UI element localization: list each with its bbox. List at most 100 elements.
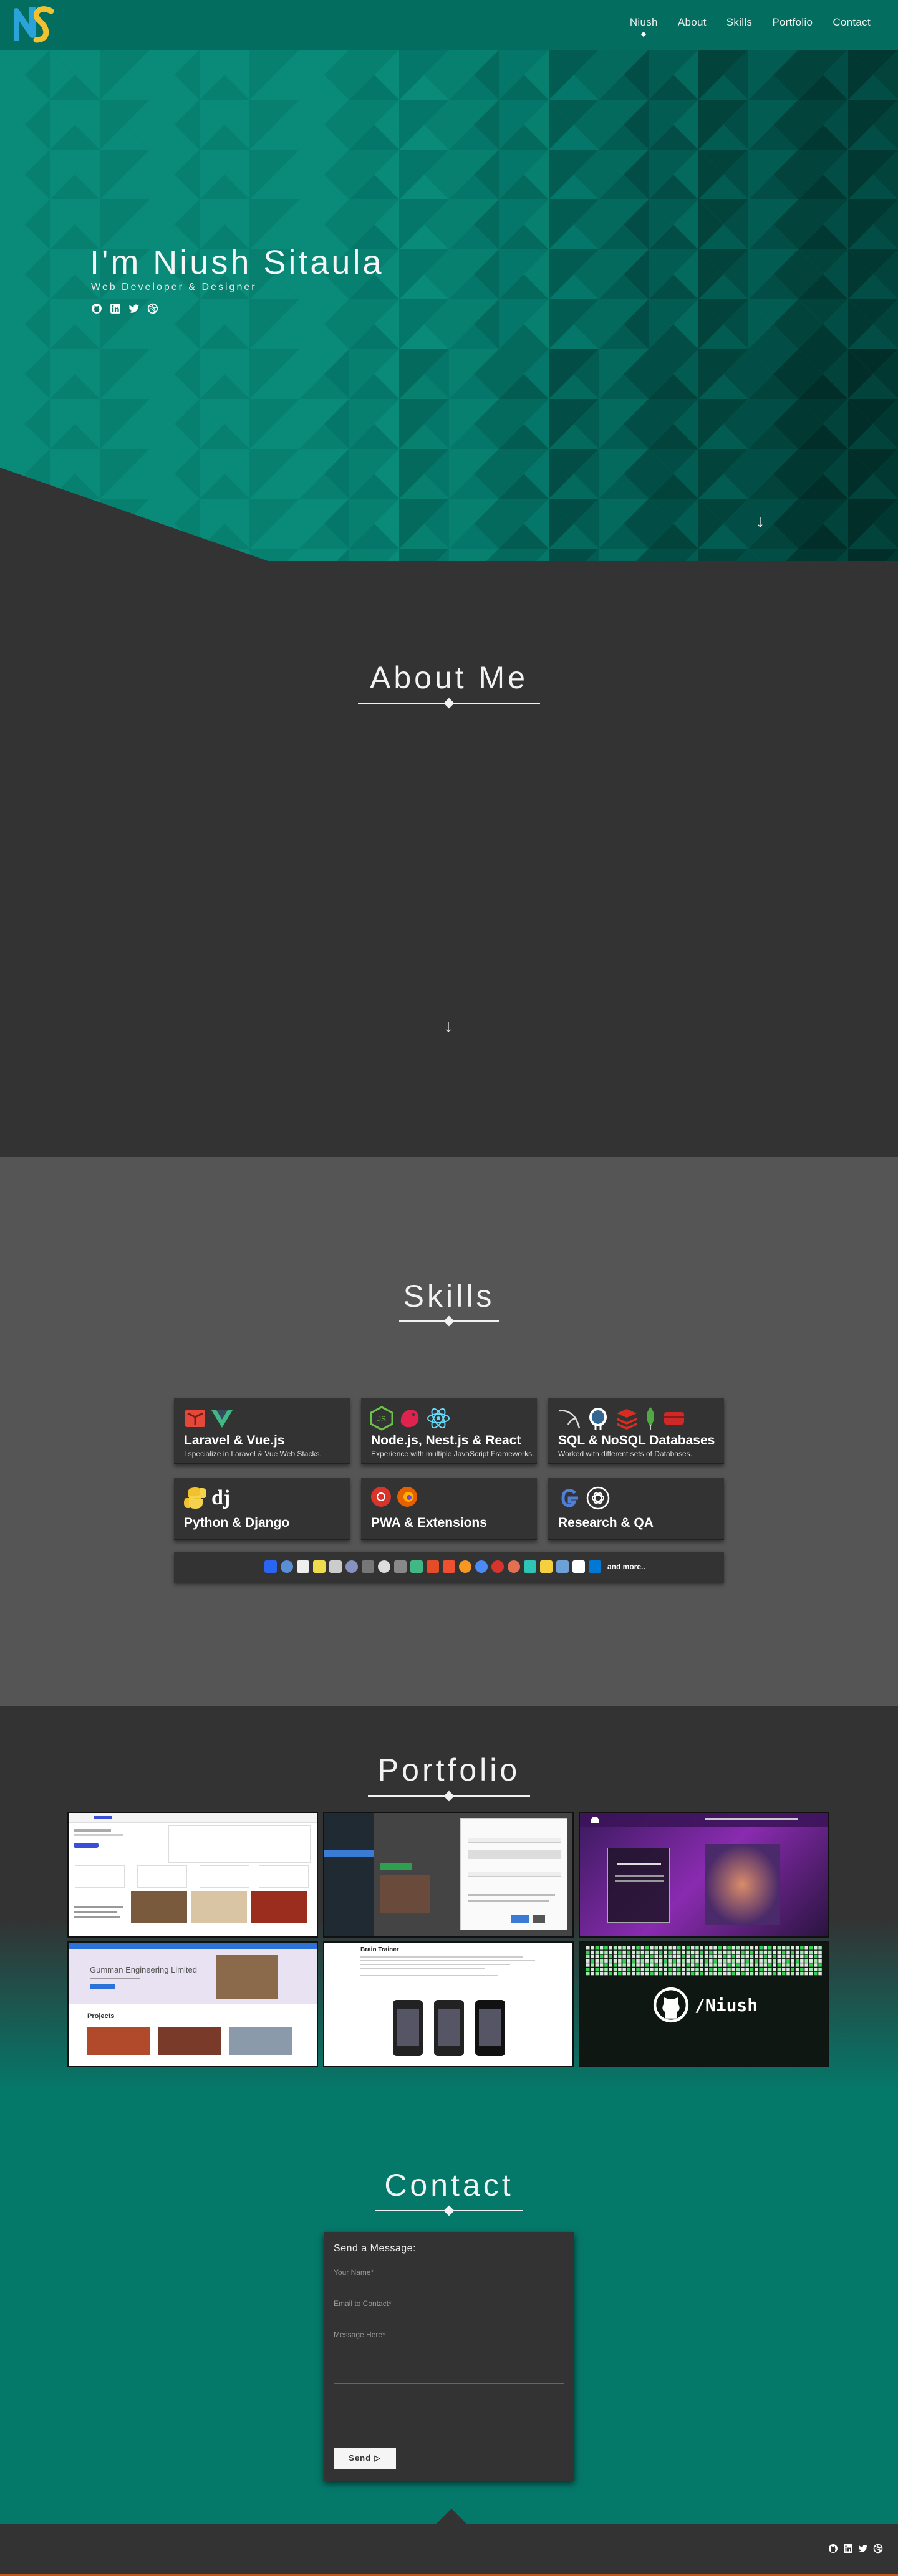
contribution-cell bbox=[586, 1968, 590, 1971]
contribution-graph bbox=[586, 1946, 822, 1976]
contribution-cell bbox=[786, 1968, 790, 1971]
contribution-cell bbox=[622, 1971, 626, 1976]
contribution-cell bbox=[773, 1959, 776, 1963]
send-button-label: Send bbox=[349, 2453, 372, 2463]
contact-form: Send a Message: Your Name* Email to Cont… bbox=[324, 2232, 574, 2481]
nav-item-portfolio[interactable]: Portfolio bbox=[772, 16, 813, 29]
github-icon bbox=[653, 1987, 689, 2023]
django-icon: dj bbox=[211, 1486, 231, 1509]
contribution-cell bbox=[723, 1959, 727, 1963]
contribution-cell bbox=[795, 1946, 799, 1950]
contribution-cell bbox=[731, 1954, 736, 1959]
contribution-cell bbox=[686, 1963, 690, 1967]
engineering-projects-label: Projects bbox=[87, 2012, 115, 2020]
arrow-down-icon[interactable]: ↓ bbox=[444, 1016, 453, 1036]
contribution-cell bbox=[677, 1954, 681, 1959]
contribution-cell bbox=[636, 1946, 640, 1950]
contribution-cell bbox=[773, 1968, 776, 1971]
contribution-cell bbox=[659, 1968, 663, 1971]
contribution-cell bbox=[777, 1968, 781, 1971]
contribution-cell bbox=[672, 1954, 677, 1959]
contribution-cell bbox=[750, 1946, 754, 1950]
send-button[interactable]: Send ▷ bbox=[334, 2448, 396, 2469]
contribution-cell bbox=[727, 1954, 731, 1959]
contribution-cell bbox=[777, 1959, 781, 1963]
portfolio-item-engineering[interactable]: Gumman Engineering Limited Projects bbox=[67, 1941, 318, 2067]
contribution-cell bbox=[695, 1954, 699, 1959]
name-field[interactable]: Your Name* bbox=[334, 2268, 564, 2284]
dribbble-icon[interactable] bbox=[147, 303, 158, 314]
contribution-cell bbox=[640, 1968, 645, 1971]
contribution-cell bbox=[586, 1959, 590, 1963]
contribution-cell bbox=[755, 1959, 758, 1963]
contribution-cell bbox=[695, 1971, 699, 1976]
brand-logo[interactable] bbox=[14, 5, 56, 44]
contribution-cell bbox=[640, 1950, 645, 1954]
contribution-cell bbox=[768, 1971, 772, 1976]
contribution-cell bbox=[632, 1954, 635, 1959]
email-field[interactable]: Email to Contact* bbox=[334, 2299, 564, 2315]
contribution-cell bbox=[800, 1946, 804, 1950]
nestjs-icon bbox=[400, 1410, 419, 1428]
contribution-cell bbox=[713, 1971, 717, 1976]
linkedin-icon[interactable] bbox=[110, 303, 121, 314]
contribution-cell bbox=[755, 1971, 758, 1976]
contribution-cell bbox=[686, 1968, 690, 1971]
photoshop-icon bbox=[556, 1560, 569, 1573]
nav-item-contact[interactable]: Contact bbox=[833, 16, 871, 29]
linkedin-icon[interactable] bbox=[843, 2544, 853, 2554]
contribution-cell bbox=[713, 1950, 717, 1954]
contribution-cell bbox=[718, 1971, 722, 1976]
nav-item-about[interactable]: About bbox=[678, 16, 707, 29]
contribution-cell bbox=[768, 1950, 772, 1954]
hero-role: Web Developer & Designer bbox=[91, 282, 257, 292]
contribution-cell bbox=[668, 1959, 672, 1963]
contribution-cell bbox=[723, 1950, 727, 1954]
dribbble-icon[interactable] bbox=[873, 2544, 883, 2554]
portfolio-item-github[interactable]: /Niush bbox=[579, 1941, 829, 2067]
contribution-cell bbox=[618, 1950, 622, 1954]
arrow-down-icon[interactable]: ↓ bbox=[756, 511, 765, 531]
contribution-cell bbox=[640, 1946, 645, 1950]
contribution-cell bbox=[677, 1950, 681, 1954]
nav-item-niush[interactable]: Niush bbox=[630, 16, 658, 29]
portfolio-item-brain-trainer[interactable]: Brain Trainer bbox=[323, 1941, 574, 2067]
contribution-cell bbox=[650, 1950, 654, 1954]
portfolio-item-music-event[interactable] bbox=[579, 1812, 829, 1938]
portfolio-item-admin-modal[interactable] bbox=[323, 1812, 574, 1938]
contribution-cell bbox=[745, 1950, 749, 1954]
contribution-cell bbox=[791, 1946, 794, 1950]
contribution-cell bbox=[599, 1954, 604, 1959]
contribution-cell bbox=[632, 1959, 635, 1963]
contribution-cell bbox=[682, 1946, 685, 1950]
portfolio-item-dashboard[interactable] bbox=[67, 1812, 318, 1938]
contribution-cell bbox=[700, 1950, 703, 1954]
chrome-icon bbox=[371, 1487, 391, 1507]
contribution-cell bbox=[736, 1950, 740, 1954]
contribution-cell bbox=[791, 1971, 794, 1976]
message-field[interactable]: Message Here* bbox=[334, 2330, 564, 2384]
contribution-cell bbox=[818, 1946, 822, 1950]
contribution-cell bbox=[627, 1959, 631, 1963]
contribution-cell bbox=[613, 1954, 617, 1959]
contribution-cell bbox=[622, 1954, 626, 1959]
contribution-cell bbox=[636, 1950, 640, 1954]
twitter-icon[interactable] bbox=[128, 303, 140, 314]
twitter-icon[interactable] bbox=[858, 2544, 868, 2554]
contribution-cell bbox=[704, 1954, 708, 1959]
contribution-cell bbox=[618, 1971, 622, 1976]
contribution-cell bbox=[700, 1963, 703, 1967]
contribution-cell bbox=[709, 1946, 713, 1950]
contribution-cell bbox=[804, 1963, 808, 1967]
nav-item-skills[interactable]: Skills bbox=[727, 16, 752, 29]
github-icon[interactable] bbox=[828, 2544, 838, 2554]
github-icon[interactable] bbox=[91, 303, 102, 314]
footer bbox=[0, 2524, 898, 2576]
contribution-cell bbox=[791, 1968, 794, 1971]
contribution-cell bbox=[700, 1971, 703, 1976]
skill-card-node-nest-react: JS Node.js, Nest.js & React Experience w… bbox=[361, 1398, 537, 1464]
contribution-cell bbox=[645, 1959, 649, 1963]
contribution-cell bbox=[604, 1963, 608, 1967]
skill-card-desc: I specialize in Laravel & Vue Web Stacks… bbox=[184, 1449, 322, 1458]
contribution-cell bbox=[786, 1954, 790, 1959]
